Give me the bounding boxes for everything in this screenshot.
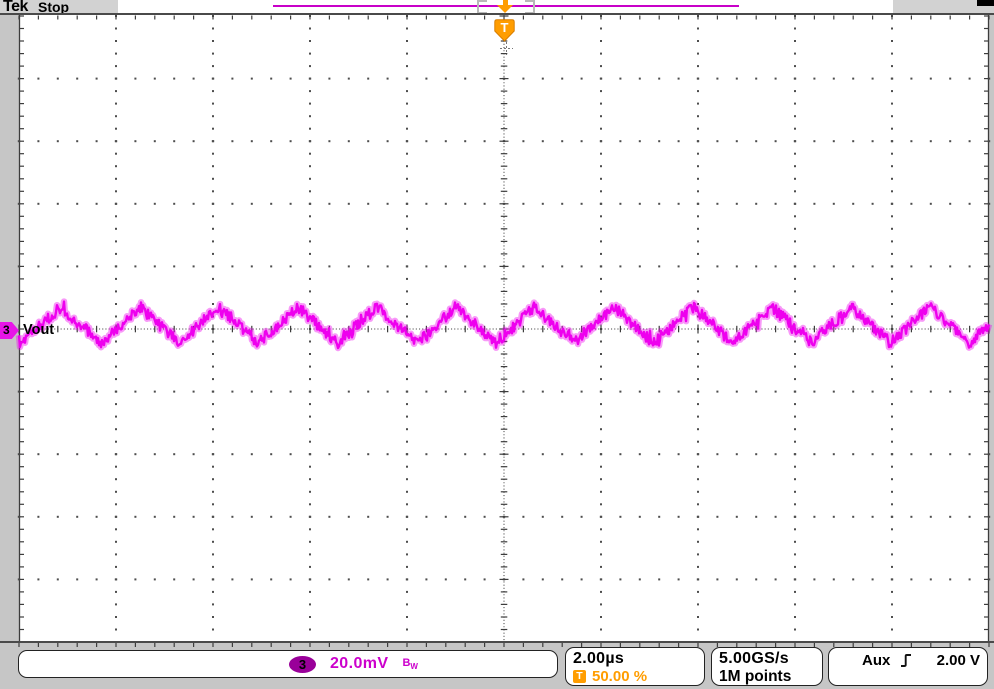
trigger-level-value: 2.00 V xyxy=(936,652,980,669)
trigger-flag[interactable]: T xyxy=(494,19,515,42)
trigger-source-value: Aux xyxy=(862,652,891,669)
bandwidth-limit-icon: BW xyxy=(402,656,418,672)
bottom-separator xyxy=(0,641,994,643)
trigger-position-value: 50.00 % xyxy=(592,668,648,685)
horizontal-readout[interactable]: 2.00µs T 50.00 % xyxy=(565,647,705,686)
timebase-value: 2.00µs xyxy=(573,650,625,667)
rising-edge-icon xyxy=(901,654,912,667)
ch3-scale-value: 20.0mV xyxy=(330,655,389,672)
record-length-value: 1M points xyxy=(719,668,792,685)
channel-label: Vout xyxy=(23,322,55,338)
trigger-readout[interactable]: Aux 2.00 V xyxy=(828,647,988,686)
ch3-scale-readout[interactable]: 3 20.0mV BW xyxy=(18,650,558,678)
trigger-t-icon: T xyxy=(573,670,586,683)
pointer-crosshair-icon xyxy=(500,42,513,55)
sample-rate-value: 5.00GS/s xyxy=(719,650,790,667)
trigger-flag-label: T xyxy=(500,20,509,35)
acquisition-readout[interactable]: 5.00GS/s 1M points xyxy=(711,647,823,686)
graticule-display xyxy=(15,15,993,647)
ch3-badge: 3 xyxy=(289,655,316,673)
